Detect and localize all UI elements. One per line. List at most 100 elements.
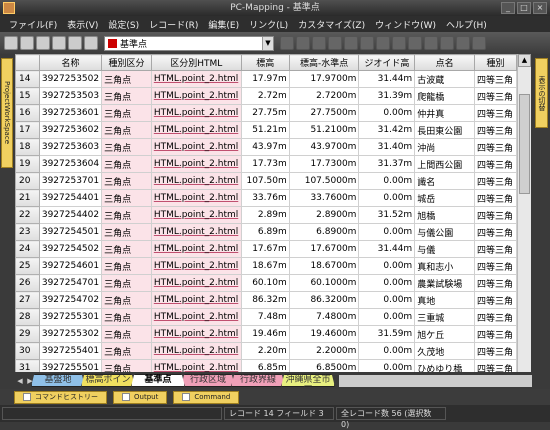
cell-html-link[interactable]: HTML.point_2.html <box>150 189 242 207</box>
menu-file[interactable]: ファイル(F) <box>4 18 62 31</box>
table-row[interactable]: 28 3927255301 三角点 HTML.point_2.html 7.48m 7.4… <box>15 308 517 326</box>
move-icon[interactable] <box>312 36 326 50</box>
vertical-scrollbar[interactable]: ▲ <box>517 54 531 372</box>
cell-html-link[interactable]: HTML.point_2.html <box>150 206 242 224</box>
table-row[interactable]: 26 3927254701 三角点 HTML.point_2.html 60.10m 60… <box>15 274 517 292</box>
cell-class: 四等三角 <box>473 121 517 139</box>
command-tab[interactable]: Command <box>173 390 240 404</box>
properties-icon[interactable] <box>84 36 98 50</box>
layout-icon[interactable] <box>472 36 486 50</box>
table-row[interactable]: 27 3927254702 三角点 HTML.point_2.html 86.32m 86… <box>15 291 517 309</box>
close-button[interactable]: × <box>533 2 547 14</box>
open-folder-icon[interactable] <box>20 36 34 50</box>
cell-html-link[interactable]: HTML.point_2.html <box>150 70 242 88</box>
table-row[interactable]: 21 3927254401 三角点 HTML.point_2.html 33.76m 33… <box>15 189 517 207</box>
layer-select[interactable]: 基準点 ▼ <box>104 35 274 51</box>
cell-html-link[interactable]: HTML.point_2.html <box>150 274 242 292</box>
cell-type: 三角点 <box>101 291 152 309</box>
tab-okinawa-cities[interactable]: 沖縄県全市区 <box>281 374 335 387</box>
select-icon[interactable] <box>296 36 310 50</box>
zoom-icon[interactable] <box>280 36 294 50</box>
tab-base-map[interactable]: 基盤地 <box>31 374 85 387</box>
save-as-icon[interactable] <box>52 36 66 50</box>
table-row[interactable]: 30 3927255401 三角点 HTML.point_2.html 2.20m 2.2… <box>15 342 517 360</box>
tab-prev-icon[interactable]: ◀ <box>15 377 25 385</box>
table-row[interactable]: 15 3927253503 三角点 HTML.point_2.html 2.72m 2.7… <box>15 87 517 105</box>
rotate-icon[interactable] <box>328 36 342 50</box>
table-icon[interactable] <box>376 36 390 50</box>
cell-name: 3927253601 <box>38 104 103 122</box>
menu-settings[interactable]: 設定(S) <box>103 18 144 31</box>
menu-window[interactable]: ウィンドウ(W) <box>370 18 441 31</box>
column-header-html[interactable]: 区分別HTML <box>150 54 242 71</box>
command-history-tab[interactable]: コマンドヒストリー <box>14 390 107 404</box>
print-icon[interactable] <box>68 36 82 50</box>
horizontal-scrollbar[interactable] <box>339 374 532 387</box>
column-header-class[interactable]: 種別 <box>473 54 517 71</box>
help-icon[interactable] <box>360 36 374 50</box>
link-icon[interactable] <box>408 36 422 50</box>
cell-html-link[interactable]: HTML.point_2.html <box>150 223 242 241</box>
output-tab[interactable]: Output <box>113 390 168 404</box>
column-header-point-name[interactable]: 点名 <box>414 54 475 71</box>
save-icon[interactable] <box>36 36 50 50</box>
maximize-button[interactable]: □ <box>517 2 531 14</box>
row-number: 21 <box>15 189 40 207</box>
grid-icon[interactable] <box>392 36 406 50</box>
chevron-down-icon[interactable]: ▼ <box>262 36 273 50</box>
tab-admin-boundaries[interactable]: 行政界線 <box>231 374 285 387</box>
cell-html-link[interactable]: HTML.point_2.html <box>150 104 242 122</box>
display-toggle-tab[interactable]: 表示の切替 <box>535 58 548 128</box>
table-row[interactable]: 18 3927253603 三角点 HTML.point_2.html 43.97m 43… <box>15 138 517 156</box>
cell-html-link[interactable]: HTML.point_2.html <box>150 325 242 343</box>
tab-elevation-points[interactable]: 標高ポイント <box>81 374 135 387</box>
column-header-elevation[interactable]: 標高 <box>240 54 290 71</box>
cell-html-link[interactable]: HTML.point_2.html <box>150 87 242 105</box>
table-row[interactable]: 23 3927254501 三角点 HTML.point_2.html 6.89m 6.8… <box>15 223 517 241</box>
cell-html-link[interactable]: HTML.point_2.html <box>150 138 242 156</box>
scroll-thumb[interactable] <box>519 94 530 194</box>
table-row[interactable]: 31 3927255501 三角点 HTML.point_2.html 6.85m 6.8… <box>15 359 517 372</box>
column-header-rownum[interactable] <box>15 54 40 71</box>
cell-html-link[interactable]: HTML.point_2.html <box>150 291 242 309</box>
cell-html-link[interactable]: HTML.point_2.html <box>150 342 242 360</box>
cell-html-link[interactable]: HTML.point_2.html <box>150 359 242 372</box>
cell-html-link[interactable]: HTML.point_2.html <box>150 257 242 275</box>
table-row[interactable]: 29 3927255302 三角点 HTML.point_2.html 19.46m 19… <box>15 325 517 343</box>
minimize-button[interactable]: _ <box>501 2 515 14</box>
tab-admin-areas[interactable]: 行政区域 <box>181 374 235 387</box>
tile-icon[interactable] <box>440 36 454 50</box>
new-file-icon[interactable] <box>4 36 18 50</box>
table-row[interactable]: 17 3927253602 三角点 HTML.point_2.html 51.21m 51… <box>15 121 517 139</box>
menu-view[interactable]: 表示(V) <box>62 18 103 31</box>
menu-customize[interactable]: カスタマイズ(Z) <box>293 18 370 31</box>
column-header-benchmark-elevation[interactable]: 標高-水準点 <box>288 54 360 71</box>
table-row[interactable]: 19 3927253604 三角点 HTML.point_2.html 17.73m 17… <box>15 155 517 173</box>
cell-html-link[interactable]: HTML.point_2.html <box>150 172 242 190</box>
menu-help[interactable]: ヘルプ(H) <box>441 18 492 31</box>
scroll-up-icon[interactable]: ▲ <box>518 54 531 67</box>
table-row[interactable]: 22 3927254402 三角点 HTML.point_2.html 2.89m 2.8… <box>15 206 517 224</box>
menu-record[interactable]: レコード(R) <box>144 18 203 31</box>
column-header-name[interactable]: 名称 <box>38 54 103 71</box>
cell-html-link[interactable]: HTML.point_2.html <box>150 155 242 173</box>
table-row[interactable]: 25 3927254601 三角点 HTML.point_2.html 18.67m 18… <box>15 257 517 275</box>
tab-benchmarks[interactable]: 基準点 <box>131 374 185 387</box>
cell-point-name: 旭橋 <box>414 206 475 224</box>
menu-link[interactable]: リンク(L) <box>244 18 293 31</box>
project-workspace-tab[interactable]: ProjectWorkSpace <box>1 58 13 168</box>
window-icon[interactable] <box>424 36 438 50</box>
table-row[interactable]: 20 3927253701 三角点 HTML.point_2.html 107.50m 1… <box>15 172 517 190</box>
cell-geoid: 31.39m <box>358 87 416 105</box>
table-row[interactable]: 16 3927253601 三角点 HTML.point_2.html 27.75m 27… <box>15 104 517 122</box>
table-row[interactable]: 24 3927254502 三角点 HTML.point_2.html 17.67m 17… <box>15 240 517 258</box>
menu-edit[interactable]: 編集(E) <box>203 18 244 31</box>
cell-html-link[interactable]: HTML.point_2.html <box>150 121 242 139</box>
column-header-geoid[interactable]: ジオイド高 <box>358 54 416 71</box>
cascade-icon[interactable] <box>456 36 470 50</box>
measure-icon[interactable] <box>344 36 358 50</box>
column-header-type[interactable]: 種別区分 <box>101 54 152 71</box>
cell-html-link[interactable]: HTML.point_2.html <box>150 240 242 258</box>
cell-html-link[interactable]: HTML.point_2.html <box>150 308 242 326</box>
table-row[interactable]: 14 3927253502 三角点 HTML.point_2.html 17.97m 17… <box>15 70 517 88</box>
